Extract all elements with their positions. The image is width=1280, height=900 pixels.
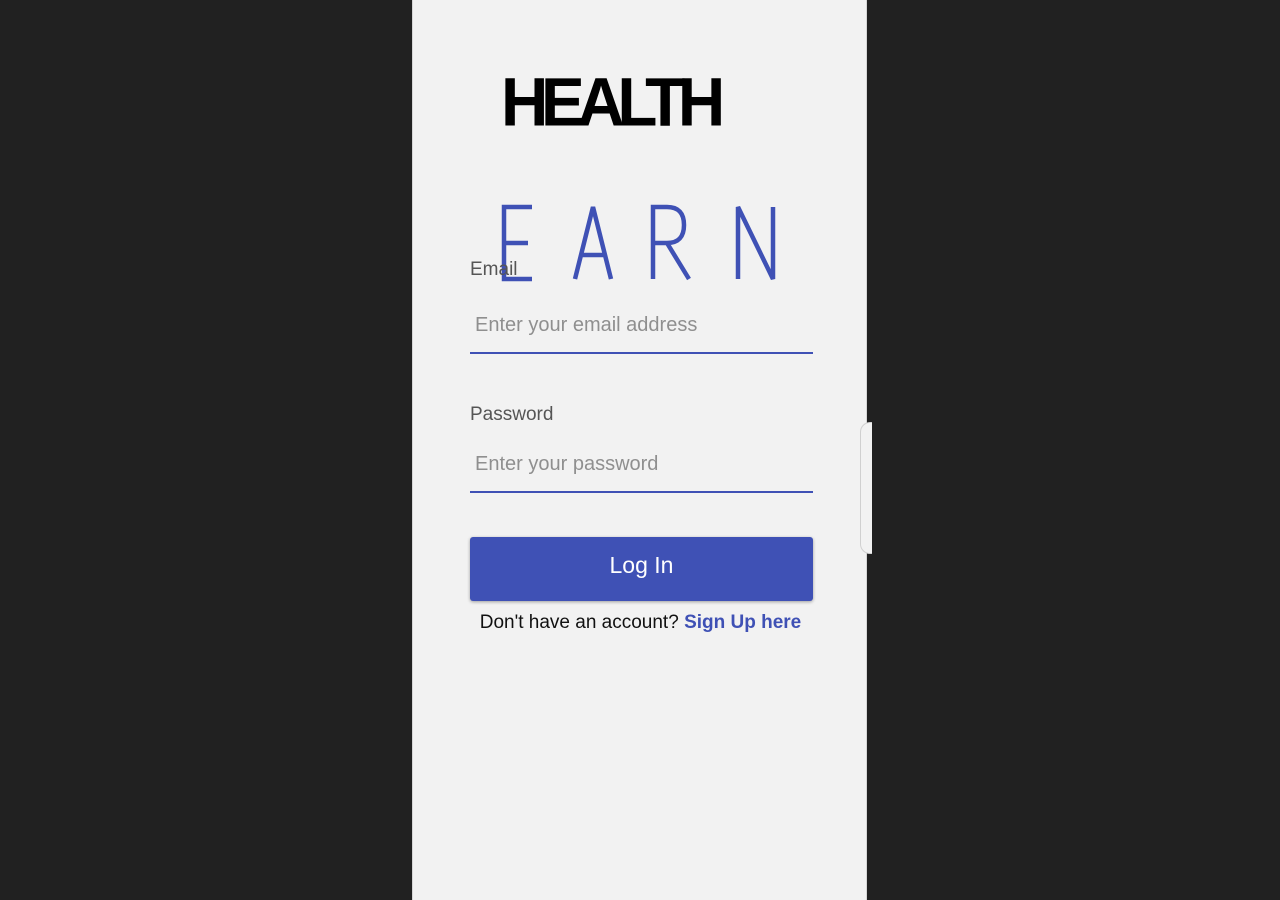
signup-row: Don't have an account? Sign Up here <box>413 612 868 634</box>
signup-link[interactable]: Sign Up here <box>684 612 801 633</box>
email-label: Email <box>470 259 518 280</box>
signup-prompt: Don't have an account? <box>479 612 679 633</box>
password-field[interactable] <box>470 437 813 493</box>
side-panel-handle[interactable] <box>860 422 872 554</box>
logo-earn-text <box>501 204 776 282</box>
logo-health-text: HEALTH <box>501 63 725 141</box>
app-logo: HEALTH <box>501 63 791 282</box>
email-field[interactable] <box>470 298 813 354</box>
password-label: Password <box>470 404 554 425</box>
login-button[interactable]: Log In <box>470 537 813 601</box>
app-screen: HEALTH Email Password Log In Don't have … <box>412 0 867 900</box>
